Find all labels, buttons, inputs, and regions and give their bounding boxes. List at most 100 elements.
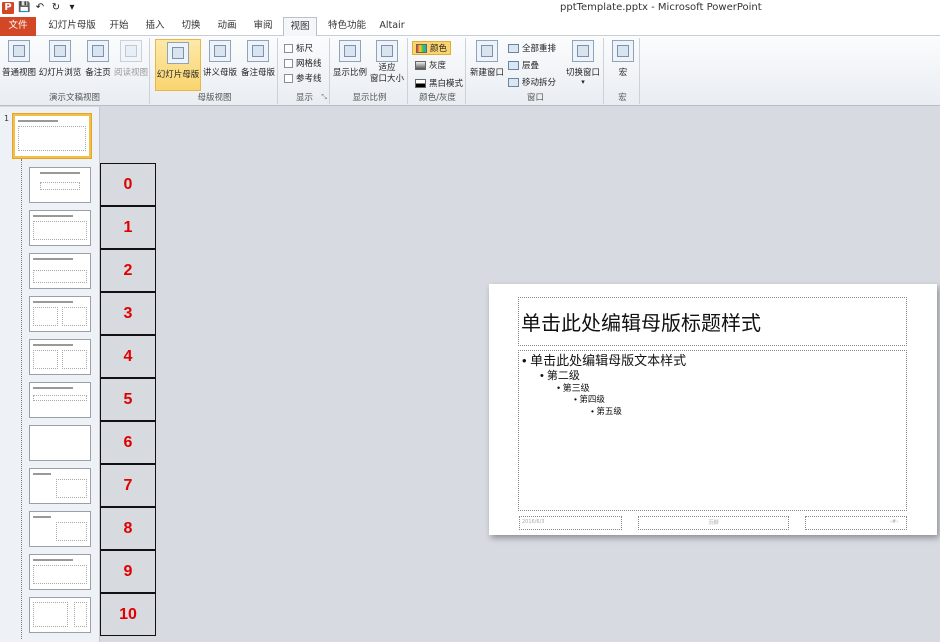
thumbnail-body	[56, 479, 87, 498]
tab-insert[interactable]: 插入	[140, 17, 170, 36]
ribbon: 普通视图 幻灯片浏览 备注页 阅读视图 演示文稿视图 幻灯片母版 讲义母版 备注…	[0, 36, 940, 106]
thumbnail-title	[33, 258, 73, 260]
layout-thumbnail-6[interactable]	[29, 425, 91, 461]
normal-view-button[interactable]: 普通视图	[1, 40, 37, 78]
arrange-all-icon	[508, 43, 519, 53]
master-thumbnail[interactable]	[13, 114, 91, 158]
group-color-grayscale: 颜色 灰度 黑白模式 颜色/灰度	[410, 38, 466, 104]
black-white-swatch-icon	[415, 78, 426, 88]
text-level-5: • 第五级	[591, 406, 622, 416]
ribbon-tabs: 文件 幻灯片母版 开始 插入 切换 动画 审阅 视图 特色功能 Altair	[0, 16, 940, 36]
zoom-button[interactable]: 显示比例	[333, 40, 367, 78]
grayscale-swatch-icon	[415, 60, 426, 70]
group-label: 宏	[618, 93, 627, 103]
tab-slide-master[interactable]: 幻灯片母版	[44, 17, 100, 36]
checkbox-box	[284, 58, 293, 68]
thumbnail-title	[18, 120, 58, 122]
thumbnail-body	[40, 182, 80, 190]
cascade-button[interactable]: 层叠	[508, 59, 539, 71]
layout-thumbnail-7[interactable]	[29, 468, 91, 504]
guides-checkbox[interactable]: 参考线	[284, 72, 322, 84]
tab-altair[interactable]: Altair	[375, 17, 409, 36]
thumbnail-title	[33, 559, 73, 561]
slide-thumbnail-pane[interactable]: 1	[0, 107, 100, 642]
arrange-all-button[interactable]: 全部重排	[508, 42, 556, 54]
reading-view-button[interactable]: 阅读视图	[113, 40, 149, 78]
layout-thumbnail-5[interactable]	[29, 382, 91, 418]
slide-sorter-button[interactable]: 幻灯片浏览	[38, 40, 82, 78]
handout-master-icon	[209, 40, 231, 62]
chevron-down-icon: ▾	[581, 78, 585, 86]
tab-animations[interactable]: 动画	[212, 17, 242, 36]
notes-master-button[interactable]: 备注母版	[239, 40, 277, 78]
footer-slide-number: ‹#›	[890, 519, 899, 525]
grayscale-button[interactable]: 灰度	[415, 59, 446, 71]
layout-number-label: 6	[100, 421, 156, 464]
layout-number-label: 7	[100, 464, 156, 507]
layout-thumbnail-8[interactable]	[29, 511, 91, 547]
undo-icon[interactable]: ↶	[34, 2, 46, 14]
move-split-button[interactable]: 移动拆分	[508, 76, 556, 88]
layout-number-column: 0 1 2 3 4 5 6 7 8 9 10	[100, 163, 156, 638]
tab-review[interactable]: 审阅	[248, 17, 278, 36]
thumbnail-body	[18, 126, 86, 151]
thumbnail-body	[33, 602, 68, 627]
group-show: 标尺 网格线 参考线 显示 ⤡	[280, 38, 330, 104]
thumbnail-title	[33, 473, 51, 475]
color-button[interactable]: 颜色	[412, 41, 452, 55]
notes-page-icon	[87, 40, 109, 62]
group-master-views: 幻灯片母版 讲义母版 备注母版 母版视图	[152, 38, 278, 104]
layout-number-label: 5	[100, 378, 156, 421]
layout-connector	[21, 159, 22, 639]
title-bar: P 💾 ↶ ↻ ▾ pptTemplate.pptx - Microsoft P…	[0, 0, 940, 16]
notes-page-button[interactable]: 备注页	[83, 40, 113, 78]
layout-number-label: 0	[100, 163, 156, 206]
slide-title: 单击此处编辑母版标题样式	[521, 313, 761, 335]
thumbnail-title	[33, 516, 51, 518]
ruler-checkbox[interactable]: 标尺	[284, 42, 313, 54]
tab-file[interactable]: 文件	[0, 17, 36, 36]
switch-window-button[interactable]: 切换窗口 ▾	[564, 40, 602, 86]
redo-icon[interactable]: ↻	[50, 2, 62, 14]
new-window-button[interactable]: 新建窗口	[469, 40, 505, 78]
tab-home[interactable]: 开始	[104, 17, 134, 36]
move-split-icon	[508, 77, 519, 87]
switch-window-icon	[572, 40, 594, 62]
checkbox-box	[284, 73, 293, 83]
tab-special-features[interactable]: 特色功能	[324, 17, 370, 36]
gridlines-checkbox[interactable]: 网格线	[284, 57, 322, 69]
layout-thumbnail-10[interactable]	[29, 597, 91, 633]
dialog-launcher-icon[interactable]: ⤡	[321, 93, 327, 102]
layout-thumbnail-4[interactable]	[29, 339, 91, 375]
thumbnail-body	[33, 307, 58, 326]
thumbnail-body	[33, 350, 58, 369]
handout-master-button[interactable]: 讲义母版	[201, 40, 239, 78]
powerpoint-logo-icon: P	[2, 2, 14, 14]
text-level-4: • 第四级	[574, 394, 605, 404]
black-white-button[interactable]: 黑白模式	[415, 77, 463, 89]
thumbnail-body	[62, 307, 87, 326]
thumbnail-title	[33, 344, 73, 346]
layout-thumbnail-0[interactable]	[29, 167, 91, 203]
footer-text: 页脚	[708, 520, 719, 526]
group-zoom: 显示比例 适应 窗口大小 显示比例	[332, 38, 408, 104]
slide-master-button[interactable]: 幻灯片母版	[155, 39, 201, 91]
thumbnail-body	[62, 350, 87, 369]
checkbox-box	[284, 43, 293, 53]
layout-thumbnail-2[interactable]	[29, 253, 91, 289]
window-title: pptTemplate.pptx - Microsoft PowerPoint	[560, 2, 762, 13]
tab-view[interactable]: 视图	[283, 17, 317, 36]
tab-transitions[interactable]: 切换	[176, 17, 206, 36]
layout-thumbnail-3[interactable]	[29, 296, 91, 332]
layout-number-label: 1	[100, 206, 156, 249]
group-label: 窗口	[526, 93, 544, 103]
layout-number-label: 3	[100, 292, 156, 335]
save-icon[interactable]: 💾	[18, 2, 30, 14]
layout-thumbnail-1[interactable]	[29, 210, 91, 246]
thumbnail-body	[33, 565, 87, 584]
customize-icon[interactable]: ▾	[66, 2, 78, 14]
fit-to-window-button[interactable]: 适应 窗口大小	[368, 40, 406, 85]
macros-button[interactable]: 宏	[609, 40, 637, 78]
macros-icon	[612, 40, 634, 62]
layout-thumbnail-9[interactable]	[29, 554, 91, 590]
